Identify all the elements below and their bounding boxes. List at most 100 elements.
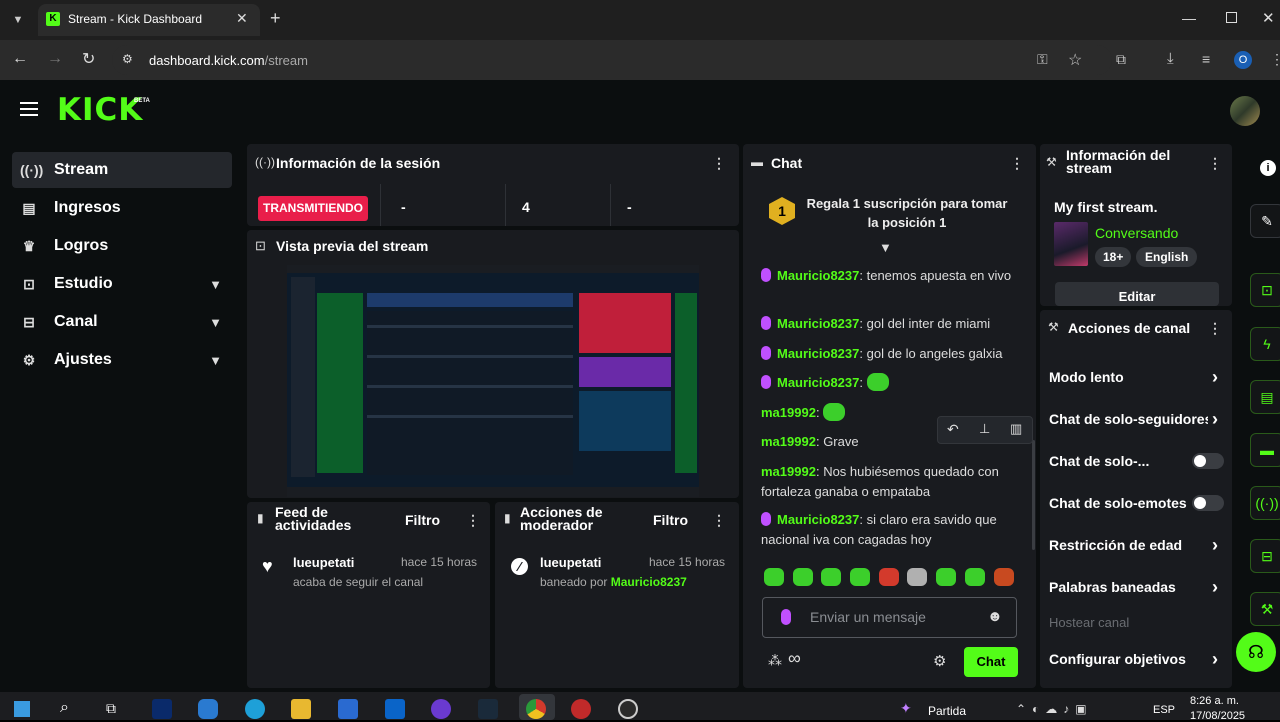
download-icon[interactable]: ⤓ [1167, 50, 1174, 67]
edit-icon[interactable]: ✎ [1250, 204, 1280, 238]
store-icon[interactable] [338, 699, 358, 719]
task-view-icon[interactable]: ⧉ [106, 700, 116, 717]
action-goals[interactable]: Configurar objetivos › [1049, 649, 1224, 669]
hamburger-menu-icon[interactable] [20, 102, 38, 116]
pinned-toggle-icon[interactable]: ▼ [879, 240, 892, 255]
undo-icon[interactable]: ↶ [947, 421, 959, 438]
emote-icon[interactable] [879, 568, 899, 586]
forward-button[interactable]: → [47, 50, 63, 68]
emote-icon[interactable] [821, 568, 841, 586]
stream-info-menu-icon[interactable]: ⋮ [1208, 155, 1222, 172]
session-menu-icon[interactable]: ⋮ [712, 155, 726, 172]
emotes-only-toggle[interactable] [1192, 495, 1224, 511]
emote-icon[interactable] [965, 568, 985, 586]
broadcast-tool-icon[interactable]: ((·)) [1250, 486, 1280, 520]
chrome-icon[interactable] [526, 699, 546, 719]
close-window-button[interactable]: ✕ [1262, 9, 1275, 27]
play-app-icon[interactable] [571, 699, 591, 719]
chat-username[interactable]: Mauricio8237 [777, 512, 859, 527]
weather-label[interactable]: Partida [928, 704, 966, 718]
emote-icon[interactable] [936, 568, 956, 586]
action-subscribers-only[interactable]: Chat de solo-... [1049, 453, 1224, 469]
wrench-tool-icon[interactable]: ⚒ [1250, 592, 1280, 626]
chat-scrollbar[interactable] [1032, 440, 1035, 550]
clock-time[interactable]: 8:26 a. m. [1190, 695, 1239, 707]
chat-username[interactable]: Mauricio8237 [777, 316, 859, 331]
edge-icon[interactable] [245, 699, 265, 719]
layout-icon[interactable]: ⊟ [1250, 539, 1280, 573]
sidebar-item-ingresos[interactable]: ▤ Ingresos [12, 190, 232, 226]
tab-close-icon[interactable]: ✕ [236, 10, 248, 27]
windows-start-icon[interactable] [14, 701, 30, 717]
mod-moderator[interactable]: Mauricio8237 [611, 575, 687, 589]
sub-gift-text[interactable]: Regala 1 suscripción para tomar la posic… [802, 194, 1012, 232]
send-chat-button[interactable]: Chat [964, 647, 1018, 677]
mod-user[interactable]: lueupetati [540, 555, 601, 570]
disney-plus-icon[interactable] [152, 699, 172, 719]
media-player-icon[interactable] [431, 699, 451, 719]
pin-icon[interactable]: ⊥ [979, 421, 990, 437]
sidebar-item-logros[interactable]: ♛ Logros [12, 228, 232, 264]
browser-menu-icon[interactable]: ⋮ [1270, 51, 1280, 68]
bookmark-star-icon[interactable]: ☆ [1068, 50, 1082, 70]
obs-icon[interactable] [618, 699, 638, 719]
delete-icon[interactable]: ▥ [1010, 421, 1022, 437]
back-button[interactable]: ← [12, 50, 28, 68]
points-icon[interactable]: ⁂ [768, 652, 782, 669]
search-icon[interactable]: ⌕ [60, 699, 69, 717]
stream-preview-video[interactable] [287, 265, 699, 497]
feed-menu-icon[interactable]: ⋮ [466, 512, 480, 529]
copilot-icon[interactable] [198, 699, 218, 719]
emote-icon[interactable] [764, 568, 784, 586]
chat-tool-icon[interactable]: ▬ [1250, 433, 1280, 467]
chat-username[interactable]: ma19992 [761, 405, 816, 420]
reload-button[interactable]: ↻ [82, 49, 95, 69]
lightning-icon[interactable]: ϟ [1250, 327, 1280, 361]
action-banned-words[interactable]: Palabras baneadas › [1049, 577, 1224, 597]
mod-menu-icon[interactable]: ⋮ [712, 512, 726, 529]
document-icon[interactable]: ▤ [1250, 380, 1280, 414]
emoji-picker-icon[interactable]: ☻ [987, 608, 1003, 625]
outlook-icon[interactable] [385, 699, 405, 719]
subscribers-only-toggle[interactable] [1192, 453, 1224, 469]
action-followers-only[interactable]: Chat de solo-seguidores › [1049, 411, 1224, 427]
kick-logo[interactable]: KICK [57, 92, 143, 128]
file-explorer-icon[interactable] [291, 699, 311, 719]
category-name[interactable]: Conversando [1095, 225, 1178, 241]
chat-settings-icon[interactable]: ⚙ [933, 652, 946, 670]
sidebar-item-canal[interactable]: ⊟ Canal ▼ [12, 304, 232, 340]
mod-filter-button[interactable]: Filtro [653, 512, 688, 528]
channel-actions-menu-icon[interactable]: ⋮ [1208, 320, 1222, 337]
sidebar-item-ajustes[interactable]: ⚙ Ajustes ▼ [12, 342, 232, 378]
preview-tool-icon[interactable]: ⊡ [1250, 273, 1280, 307]
sidebar-item-estudio[interactable]: ⊡ Estudio ▼ [12, 266, 232, 302]
chat-username[interactable]: Mauricio8237 [777, 375, 859, 390]
feed-filter-button[interactable]: Filtro [405, 512, 440, 528]
emote-icon[interactable] [850, 568, 870, 586]
media-icon[interactable]: ≡ [1202, 51, 1210, 67]
chat-username[interactable]: ma19992 [761, 464, 816, 479]
emote-icon[interactable] [994, 568, 1014, 586]
action-age-restriction[interactable]: Restricción de edad › [1049, 535, 1224, 555]
tab-list-button[interactable]: ▼ [8, 10, 28, 30]
emote-icon[interactable] [793, 568, 813, 586]
new-tab-button[interactable]: + [270, 8, 281, 29]
key-icon[interactable]: ⚿ [1037, 51, 1048, 68]
chat-username[interactable]: Mauricio8237 [777, 268, 859, 283]
profile-avatar[interactable]: O [1234, 51, 1252, 69]
feed-user[interactable]: lueupetati [293, 555, 354, 570]
clock-date[interactable]: 17/08/2025 [1190, 710, 1245, 722]
extensions-icon[interactable]: ⧉ [1116, 51, 1126, 68]
system-tray-icons[interactable]: ⌃◐☁♪▣ [1016, 702, 1093, 716]
action-emotes-only[interactable]: Chat de solo-emotes [1049, 495, 1224, 511]
support-icon[interactable]: ☊ [1236, 632, 1276, 672]
chat-username[interactable]: ma19992 [761, 434, 816, 449]
chat-username[interactable]: Mauricio8237 [777, 346, 859, 361]
site-info-icon[interactable]: ⚙ [122, 52, 133, 66]
action-slow-mode[interactable]: Modo lento › [1049, 367, 1224, 387]
sidebar-item-stream[interactable]: ((·)) Stream [12, 152, 232, 188]
language-indicator[interactable]: ESP [1153, 704, 1175, 716]
chat-menu-icon[interactable]: ⋮ [1010, 155, 1024, 172]
edit-stream-button[interactable]: Editar [1055, 282, 1219, 306]
user-avatar[interactable] [1230, 96, 1260, 126]
